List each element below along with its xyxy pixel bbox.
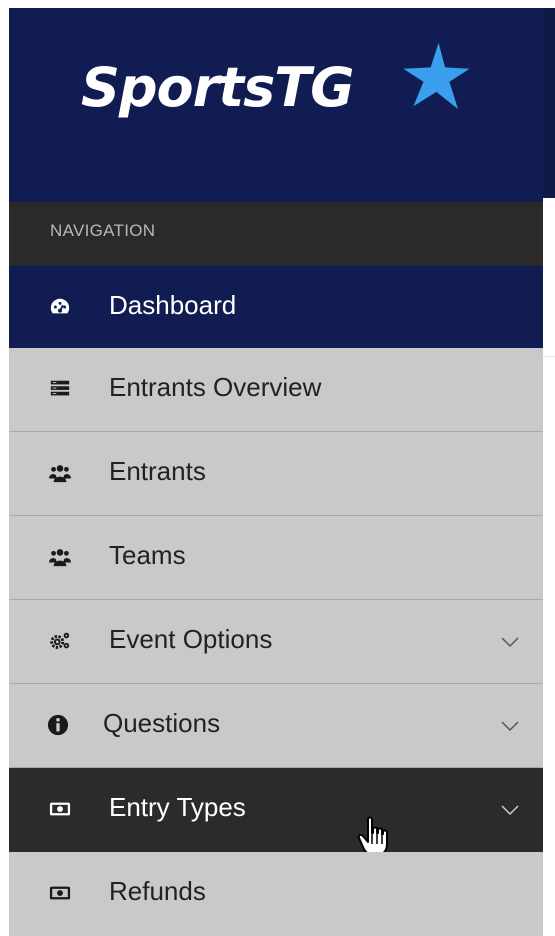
nav-item-label: Questions bbox=[103, 708, 221, 738]
money-icon bbox=[49, 802, 71, 816]
nav-menu: Dashboard Entrants Overview Entrants Tea… bbox=[9, 266, 543, 936]
chevron-down-icon[interactable] bbox=[501, 720, 519, 732]
star-logo-icon bbox=[403, 42, 470, 110]
cogs-icon bbox=[50, 632, 70, 649]
info-icon bbox=[47, 714, 69, 736]
users-icon bbox=[49, 549, 71, 567]
navigation-header: NAVIGATION bbox=[9, 202, 543, 266]
nav-item-dashboard[interactable]: Dashboard bbox=[9, 266, 543, 348]
nav-item-label: Entry Types bbox=[109, 792, 246, 822]
main-content-edge bbox=[543, 0, 555, 906]
window-top-strip bbox=[0, 0, 555, 8]
logo-area: SportsTG bbox=[9, 8, 543, 202]
nav-item-entrants[interactable]: Entrants bbox=[9, 432, 543, 516]
chevron-down-icon[interactable] bbox=[501, 804, 519, 816]
nav-item-questions[interactable]: Questions bbox=[9, 684, 543, 768]
sidebar: SportsTG NAVIGATION Dashboard Entrants O… bbox=[9, 8, 543, 936]
chevron-down-icon[interactable] bbox=[501, 636, 519, 648]
nav-item-label: Dashboard bbox=[109, 290, 237, 320]
sportstg-logo[interactable]: SportsTG bbox=[81, 56, 354, 119]
users-icon bbox=[49, 465, 71, 483]
nav-item-label: Entrants bbox=[109, 456, 206, 486]
list-icon bbox=[50, 380, 70, 396]
nav-item-label: Event Options bbox=[109, 624, 273, 654]
nav-item-event-options[interactable]: Event Options bbox=[9, 600, 543, 684]
divider bbox=[543, 356, 555, 357]
nav-item-entrants-overview[interactable]: Entrants Overview bbox=[9, 348, 543, 432]
nav-item-label: Teams bbox=[109, 540, 186, 570]
nav-item-refunds[interactable]: Refunds bbox=[9, 852, 543, 936]
money-icon bbox=[49, 886, 71, 900]
nav-item-label: Entrants Overview bbox=[109, 372, 322, 402]
header-bar-edge bbox=[543, 8, 555, 198]
nav-item-label: Refunds bbox=[109, 876, 206, 906]
nav-item-teams[interactable]: Teams bbox=[9, 516, 543, 600]
dashboard-icon bbox=[50, 298, 70, 314]
nav-item-entry-types[interactable]: Entry Types bbox=[9, 768, 543, 856]
